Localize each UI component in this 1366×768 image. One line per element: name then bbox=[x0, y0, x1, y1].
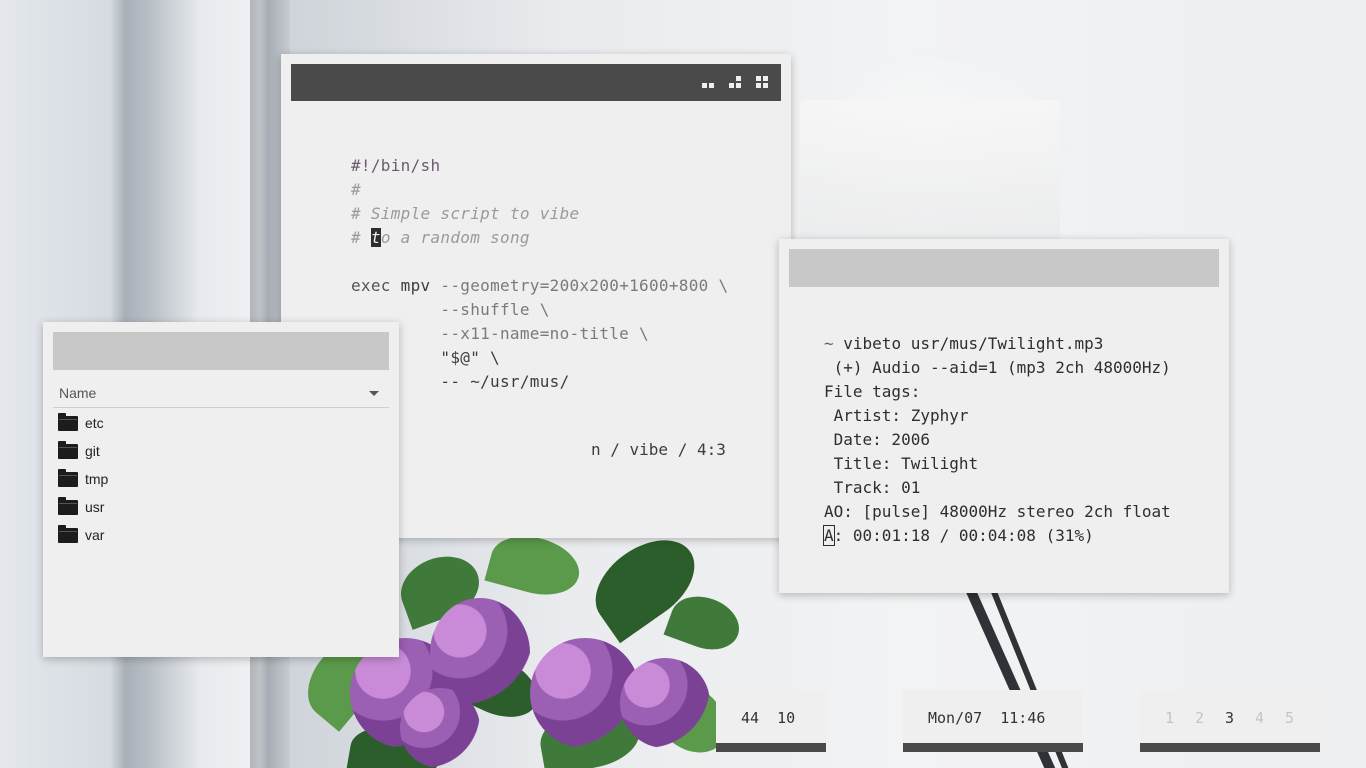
code-line: # Simple script to vibe bbox=[351, 204, 580, 223]
folder-name: git bbox=[85, 443, 100, 459]
code-line: # bbox=[351, 180, 361, 199]
terminal-cursor: A bbox=[823, 525, 835, 546]
folder-item[interactable]: etc bbox=[53, 409, 389, 437]
code-text: mpv bbox=[390, 276, 441, 295]
column-header-label: Name bbox=[59, 385, 97, 401]
terminal-line: (+) Audio --aid=1 (mp3 2ch 48000Hz) bbox=[824, 358, 1171, 377]
file-manager-titlebar[interactable] bbox=[53, 332, 389, 370]
system-stats-bar: 44 10 bbox=[716, 690, 826, 752]
code-keyword: exec bbox=[351, 276, 391, 295]
code-line: #!/bin/sh bbox=[351, 156, 441, 175]
terminal-titlebar[interactable] bbox=[789, 249, 1219, 287]
workspace-1[interactable]: 1 bbox=[1165, 709, 1174, 727]
folder-list: etc git tmp usr var bbox=[53, 409, 389, 549]
minimize-icon[interactable] bbox=[702, 76, 714, 88]
terminal-line: Date: 2006 bbox=[824, 430, 930, 449]
terminal-line: File tags: bbox=[824, 382, 921, 401]
code-line: --x11-name=no-title \ bbox=[351, 324, 649, 343]
terminal-window[interactable]: ~ vibeto usr/mus/Twilight.mp3 (+) Audio … bbox=[779, 239, 1229, 593]
code-line: --shuffle \ bbox=[351, 300, 550, 319]
editor-buffer[interactable]: #!/bin/sh # # Simple script to vibe # to a … bbox=[351, 154, 728, 394]
code-line: "$@" \ bbox=[351, 348, 500, 367]
terminal-line: Artist: Zyphyr bbox=[824, 406, 969, 425]
file-manager-window[interactable]: Name etc git tmp usr var bbox=[43, 322, 399, 657]
workspace-5[interactable]: 5 bbox=[1285, 709, 1294, 727]
terminal-line: Title: Twilight bbox=[824, 454, 979, 473]
folder-icon bbox=[58, 525, 78, 543]
folder-icon bbox=[58, 469, 78, 487]
folder-icon bbox=[58, 413, 78, 431]
workspace-3[interactable]: 3 bbox=[1225, 709, 1234, 727]
terminal-line: Track: 01 bbox=[824, 478, 921, 497]
text-cursor: t bbox=[370, 228, 381, 247]
folder-name: var bbox=[85, 527, 105, 543]
terminal-line: AO: [pulse] 48000Hz stereo 2ch float bbox=[824, 502, 1171, 521]
editor-statusline: n / vibe / 4:3 bbox=[591, 440, 726, 459]
grid-icon[interactable] bbox=[756, 76, 768, 88]
workspace-2[interactable]: 2 bbox=[1195, 709, 1204, 727]
tile-icon[interactable] bbox=[729, 76, 741, 88]
folder-item[interactable]: git bbox=[53, 437, 389, 465]
terminal-output[interactable]: ~ vibeto usr/mus/Twilight.mp3 (+) Audio … bbox=[823, 332, 1171, 548]
folder-name: tmp bbox=[85, 471, 109, 487]
system-stats: 44 10 bbox=[741, 709, 796, 727]
editor-titlebar[interactable] bbox=[291, 64, 781, 101]
folder-name: etc bbox=[85, 415, 104, 431]
folder-item[interactable]: tmp bbox=[53, 465, 389, 493]
name-column-header[interactable]: Name bbox=[53, 378, 389, 408]
workspace-bar: 1 2 3 4 5 bbox=[1140, 690, 1320, 752]
clock-bar: Mon/07 11:46 bbox=[903, 690, 1083, 752]
code-line: -- ~/usr/mus/ bbox=[351, 372, 570, 391]
code-text: o a random song bbox=[380, 228, 530, 247]
code-option: --geometry=200x200+1600+800 \ bbox=[440, 276, 729, 295]
wallpaper-lamp bbox=[800, 100, 1060, 250]
prompt-symbol: ~ bbox=[824, 334, 834, 353]
clock: Mon/07 11:46 bbox=[928, 709, 1046, 727]
terminal-command: vibeto usr/mus/Twilight.mp3 bbox=[833, 334, 1104, 353]
folder-item[interactable]: var bbox=[53, 521, 389, 549]
code-text: # bbox=[351, 228, 371, 247]
sort-down-icon[interactable] bbox=[369, 391, 379, 396]
folder-name: usr bbox=[85, 499, 105, 515]
folder-icon bbox=[58, 497, 78, 515]
folder-item[interactable]: usr bbox=[53, 493, 389, 521]
workspace-4[interactable]: 4 bbox=[1255, 709, 1264, 727]
folder-icon bbox=[58, 441, 78, 459]
playback-progress: : 00:01:18 / 00:04:08 (31%) bbox=[833, 526, 1094, 545]
